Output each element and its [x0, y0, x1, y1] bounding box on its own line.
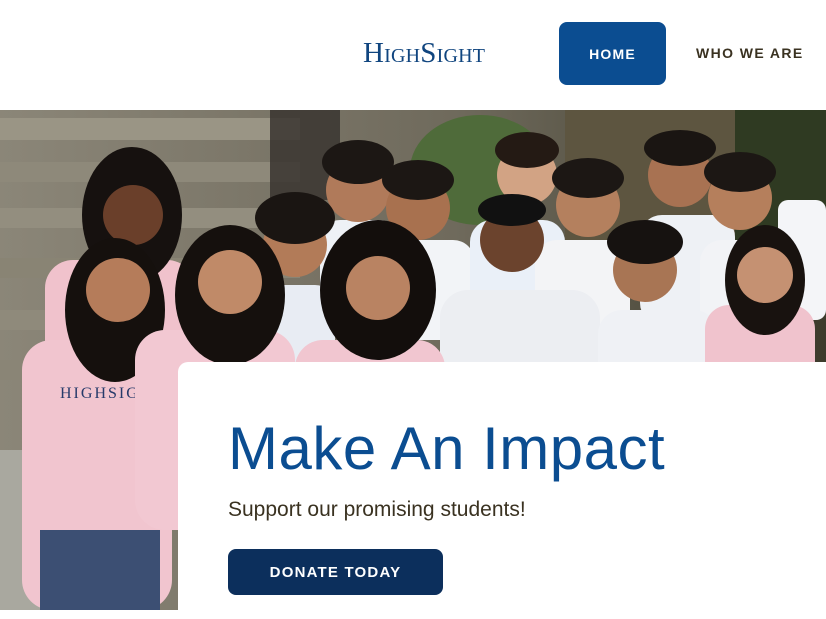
- donate-today-button[interactable]: DONATE TODAY: [228, 549, 443, 595]
- site-header: HighSight HOME WHO WE ARE: [0, 0, 826, 110]
- nav-home-button[interactable]: HOME: [559, 22, 666, 85]
- site-logo[interactable]: HighSight: [363, 36, 485, 70]
- nav-who-we-are-link[interactable]: WHO WE ARE: [696, 44, 804, 62]
- page: HighSight HOME WHO WE ARE HIGHSIGHT Make…: [0, 0, 826, 619]
- impact-callout-card: Make An Impact Support our promising stu…: [178, 362, 826, 619]
- callout-title: Make An Impact: [228, 415, 666, 482]
- callout-subtitle: Support our promising students!: [228, 498, 526, 521]
